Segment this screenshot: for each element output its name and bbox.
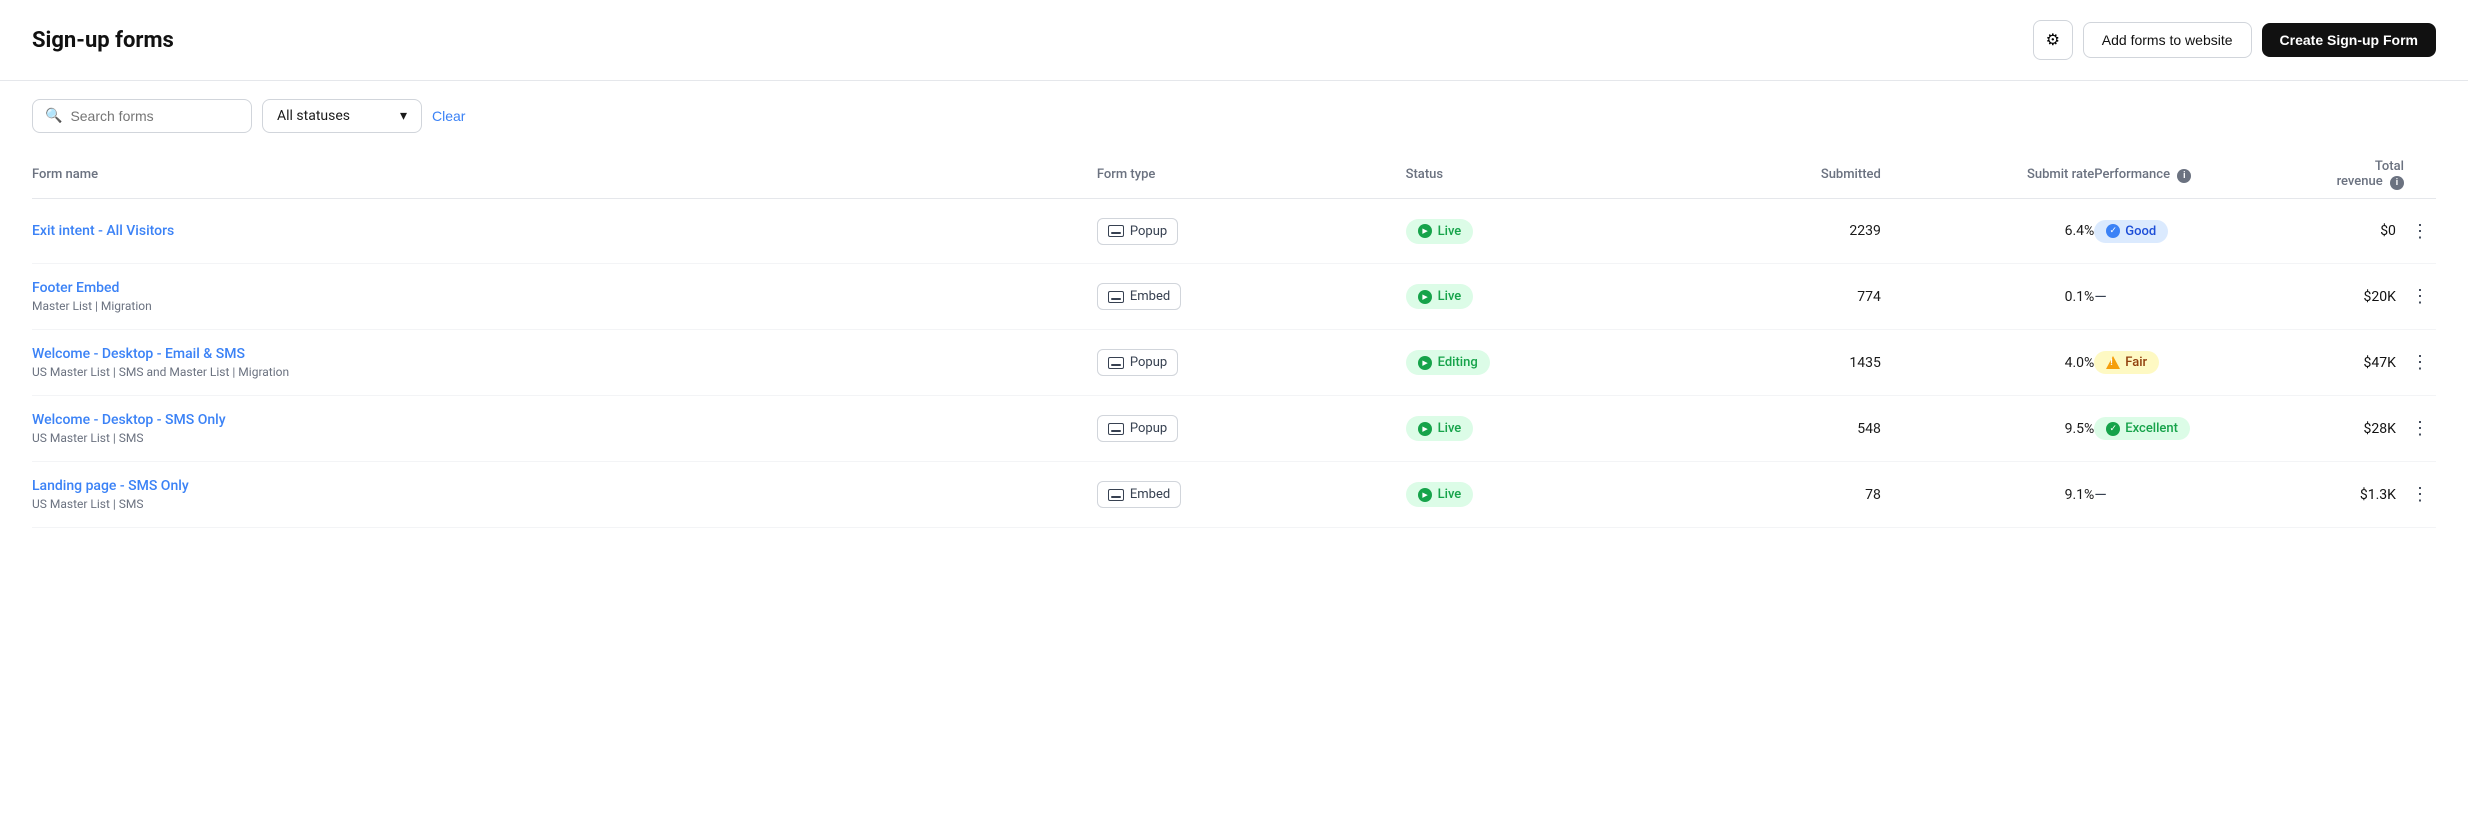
form-type-badge: Popup (1097, 415, 1178, 442)
total-revenue-value: $1.3K (2332, 462, 2404, 528)
gear-icon: ⚙ (2046, 30, 2060, 50)
status-badge: Live (1406, 219, 1474, 244)
col-header-total-revenue: Total revenue i (2332, 151, 2404, 199)
search-icon: 🔍 (45, 108, 62, 124)
table-row: Exit intent - All Visitors Popup Live 22396… (32, 199, 2436, 264)
status-filter[interactable]: All statuses ▾ (262, 99, 422, 133)
form-name-link[interactable]: Exit intent - All Visitors (32, 223, 174, 239)
submitted-value: 2239 (1667, 199, 1881, 264)
status-badge: Live (1406, 284, 1474, 309)
submitted-value: 548 (1667, 396, 1881, 462)
col-header-form-name: Form name (32, 151, 1097, 199)
form-type-icon (1108, 489, 1124, 501)
status-dot-icon (1418, 356, 1432, 370)
form-type-badge: Popup (1097, 218, 1178, 245)
status-badge: Editing (1406, 350, 1490, 375)
form-type-icon (1108, 357, 1124, 369)
table-row: Footer Embed Master List | MigrationEmbed… (32, 264, 2436, 330)
table-row: Landing page - SMS Only US Master List | … (32, 462, 2436, 528)
total-revenue-value: $20K (2332, 264, 2404, 330)
form-subtitle: Master List | Migration (32, 299, 1097, 313)
add-forms-button[interactable]: Add forms to website (2083, 22, 2252, 58)
submit-rate-value: 6.4% (1881, 199, 2094, 264)
form-type-badge: Embed (1097, 481, 1181, 508)
clear-button[interactable]: Clear (432, 108, 465, 124)
row-actions-button[interactable]: ⋮ (2404, 281, 2436, 313)
status-dot-icon (1418, 290, 1432, 304)
total-revenue-value: $0 (2332, 199, 2404, 264)
performance-badge: ! Fair (2094, 351, 2159, 374)
form-type-badge: Embed (1097, 283, 1181, 310)
forms-table-container: Form name Form type Status Submitted Sub… (0, 151, 2468, 528)
col-header-performance: Performance i (2094, 151, 2332, 199)
row-actions-button[interactable]: ⋮ (2404, 413, 2436, 445)
col-header-form-type: Form type (1097, 151, 1406, 199)
performance-dash: — (2094, 287, 2107, 306)
table-row: Welcome - Desktop - Email & SMS US Master… (32, 330, 2436, 396)
col-header-status: Status (1406, 151, 1667, 199)
search-input[interactable] (70, 108, 239, 124)
submit-rate-value: 9.1% (1881, 462, 2094, 528)
form-type-icon (1108, 225, 1124, 237)
form-name-link[interactable]: Welcome - Desktop - SMS Only (32, 412, 226, 428)
status-dot-icon (1418, 422, 1432, 436)
status-badge: Live (1406, 482, 1474, 507)
status-badge: Live (1406, 416, 1474, 441)
header-actions: ⚙ Add forms to website Create Sign-up Fo… (2033, 20, 2436, 60)
table-row: Welcome - Desktop - SMS Only US Master Li… (32, 396, 2436, 462)
performance-excellent-icon: ✓ (2106, 422, 2120, 436)
submit-rate-value: 9.5% (1881, 396, 2094, 462)
performance-fair-icon: ! (2106, 356, 2120, 369)
form-type-badge: Popup (1097, 349, 1178, 376)
toolbar: 🔍 All statuses ▾ Clear (0, 81, 2468, 151)
form-subtitle: US Master List | SMS (32, 431, 1097, 445)
submitted-value: 774 (1667, 264, 1881, 330)
col-header-actions (2404, 151, 2436, 199)
performance-badge: ✓ Excellent (2094, 417, 2190, 440)
form-name-link[interactable]: Landing page - SMS Only (32, 478, 189, 494)
col-header-submitted: Submitted (1667, 151, 1881, 199)
total-revenue-value: $28K (2332, 396, 2404, 462)
row-actions-button[interactable]: ⋮ (2404, 215, 2436, 247)
performance-badge: ✓ Good (2094, 220, 2168, 243)
form-name-link[interactable]: Welcome - Desktop - Email & SMS (32, 346, 245, 362)
chevron-down-icon: ▾ (400, 108, 407, 124)
form-subtitle: US Master List | SMS (32, 497, 1097, 511)
total-revenue-info-icon[interactable]: i (2390, 176, 2404, 190)
performance-good-icon: ✓ (2106, 224, 2120, 238)
forms-table: Form name Form type Status Submitted Sub… (32, 151, 2436, 528)
page-header: Sign-up forms ⚙ Add forms to website Cre… (0, 0, 2468, 81)
submit-rate-value: 4.0% (1881, 330, 2094, 396)
form-type-icon (1108, 291, 1124, 303)
submitted-value: 1435 (1667, 330, 1881, 396)
row-actions-button[interactable]: ⋮ (2404, 479, 2436, 511)
form-subtitle: US Master List | SMS and Master List | M… (32, 365, 1097, 379)
performance-info-icon[interactable]: i (2177, 169, 2191, 183)
settings-button[interactable]: ⚙ (2033, 20, 2073, 60)
status-dot-icon (1418, 224, 1432, 238)
form-type-icon (1108, 423, 1124, 435)
create-form-button[interactable]: Create Sign-up Form (2262, 23, 2436, 57)
status-filter-label: All statuses (277, 108, 350, 124)
form-name-link[interactable]: Footer Embed (32, 280, 119, 296)
total-revenue-value: $47K (2332, 330, 2404, 396)
submit-rate-value: 0.1% (1881, 264, 2094, 330)
performance-dash: — (2094, 485, 2107, 504)
row-actions-button[interactable]: ⋮ (2404, 347, 2436, 379)
status-dot-icon (1418, 488, 1432, 502)
submitted-value: 78 (1667, 462, 1881, 528)
page-title: Sign-up forms (32, 28, 174, 53)
col-header-submit-rate: Submit rate (1881, 151, 2094, 199)
search-box: 🔍 (32, 99, 252, 133)
